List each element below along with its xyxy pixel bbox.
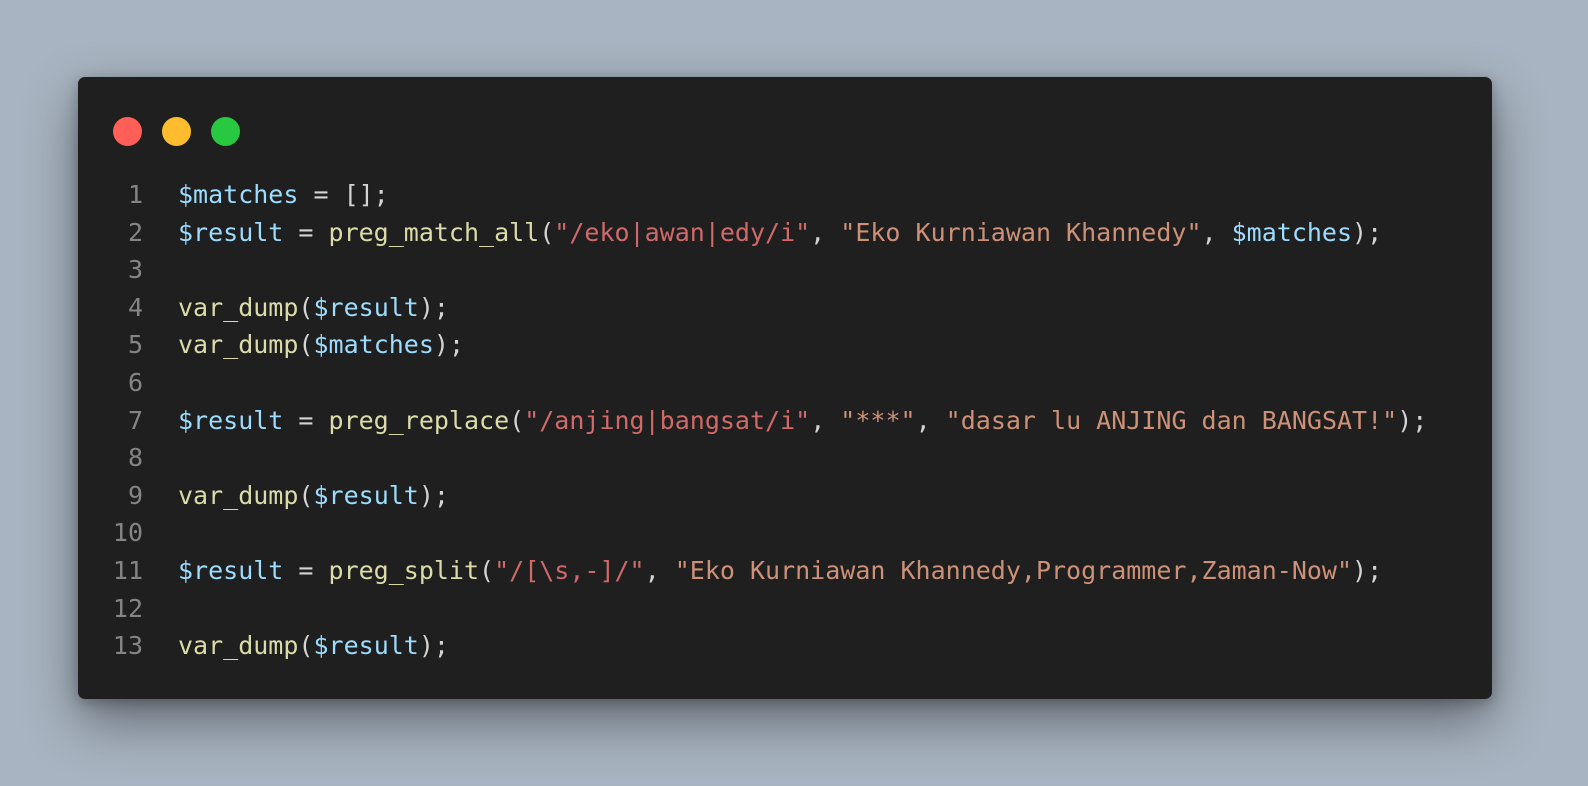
code-content: var_dump($result); [143, 477, 449, 515]
code-token: $matches [1231, 217, 1353, 247]
code-token: var_dump [178, 631, 299, 661]
code-token: , [644, 555, 675, 585]
code-token: $matches [313, 330, 434, 360]
code-token: ); [1397, 405, 1428, 435]
code-token: preg_split [328, 555, 480, 585]
code-token: $result [313, 480, 419, 510]
code-token: "***" [840, 405, 916, 435]
close-dot-icon[interactable] [113, 117, 142, 146]
code-content [143, 364, 178, 402]
line-number: 10 [112, 518, 143, 548]
maximize-dot-icon[interactable] [211, 117, 240, 146]
code-line: 1 $matches = []; [78, 176, 1492, 214]
code-window: 1 $matches = []; 2 $result = preg_match_all… [78, 77, 1492, 699]
code-token: "Eko Kurniawan Khannedy" [840, 217, 1202, 247]
code-token: ( [539, 217, 555, 247]
code-token: "/eko|awan|edy/i" [554, 217, 811, 247]
code-content: $result = preg_replace("/anjing|bangsat/… [143, 402, 1427, 440]
code-content [143, 590, 178, 628]
code-token: = []; [298, 180, 389, 209]
code-content: $result = preg_match_all("/eko|awan|edy/… [143, 214, 1382, 252]
code-token: ); [418, 631, 449, 661]
line-number: 4 [127, 292, 143, 322]
line-number: 13 [112, 631, 143, 661]
code-token: preg_match_all [328, 217, 540, 247]
code-line: 10 [78, 514, 1492, 552]
code-token: "/anjing|bangsat/i" [524, 405, 811, 435]
code-token: $result [178, 405, 284, 435]
code-content: $matches = []; [143, 176, 389, 214]
line-number: 3 [127, 255, 143, 285]
code-token: , [1201, 217, 1232, 247]
code-token: var_dump [178, 480, 299, 510]
minimize-dot-icon[interactable] [162, 117, 191, 146]
code-content [143, 439, 178, 477]
line-number: 8 [127, 443, 143, 473]
code-line: 4 var_dump($result); [78, 289, 1492, 327]
code-token: ); [1352, 217, 1383, 247]
code-token: "/[\s,-]/" [494, 555, 645, 585]
code-token: ); [1352, 555, 1383, 585]
code-line: 12 [78, 590, 1492, 628]
code-token: ); [433, 330, 465, 360]
code-token: $result [178, 217, 284, 247]
code-token: ( [479, 555, 495, 585]
code-content [143, 514, 178, 552]
line-number: 11 [112, 555, 143, 585]
code-token: "Eko Kurniawan Khannedy,Programmer,Zaman… [674, 555, 1353, 585]
code-content: var_dump($matches); [143, 326, 464, 364]
code-line: 6 [78, 364, 1492, 402]
line-number: 2 [127, 217, 143, 247]
code-token: ( [298, 330, 314, 360]
code-line: 9 var_dump($result); [78, 477, 1492, 515]
code-token: ); [418, 480, 449, 510]
code-line: 13 var_dump($result); [78, 627, 1492, 665]
line-number: 12 [112, 593, 143, 623]
line-number: 5 [127, 330, 143, 360]
code-token: , [810, 217, 841, 247]
code-token: $result [178, 555, 284, 585]
code-token: = [283, 217, 329, 247]
code-token: = [283, 555, 329, 585]
line-number: 7 [127, 405, 143, 435]
code-token: , [915, 405, 946, 435]
line-number: 9 [127, 480, 143, 510]
code-content: var_dump($result); [143, 627, 449, 665]
code-token: , [810, 405, 841, 435]
code-token: $result [313, 631, 419, 661]
code-token: ( [298, 631, 314, 661]
code-content: $result = preg_split("/[\s,-]/", "Eko Ku… [143, 552, 1382, 590]
code-token: ( [509, 405, 525, 435]
code-line: 11 $result = preg_split("/[\s,-]/", "Eko … [78, 552, 1492, 590]
code-token: var_dump [178, 292, 299, 322]
line-number: 1 [127, 180, 143, 209]
code-line: 3 [78, 251, 1492, 289]
code-line: 7 $result = preg_replace("/anjing|bangsat… [78, 402, 1492, 440]
code-token: var_dump [178, 330, 299, 360]
code-line: 8 [78, 439, 1492, 477]
code-token: ); [418, 292, 449, 322]
code-token: ( [298, 480, 314, 510]
code-token: $result [313, 292, 419, 322]
code-token: ( [298, 292, 314, 322]
code-line: 5 var_dump($matches); [78, 326, 1492, 364]
code-token: = [283, 405, 329, 435]
code-line: 2 $result = preg_match_all("/eko|awan|edy… [78, 214, 1492, 252]
code-token: "dasar lu ANJING dan BANGSAT!" [945, 405, 1398, 435]
code-content [143, 251, 178, 289]
code-block: 1 $matches = []; 2 $result = preg_match_all… [78, 176, 1492, 665]
code-token: $matches [178, 180, 299, 209]
line-number: 6 [127, 367, 143, 397]
code-token: preg_replace [328, 405, 510, 435]
window-controls [113, 117, 240, 146]
code-content: var_dump($result); [143, 289, 449, 327]
